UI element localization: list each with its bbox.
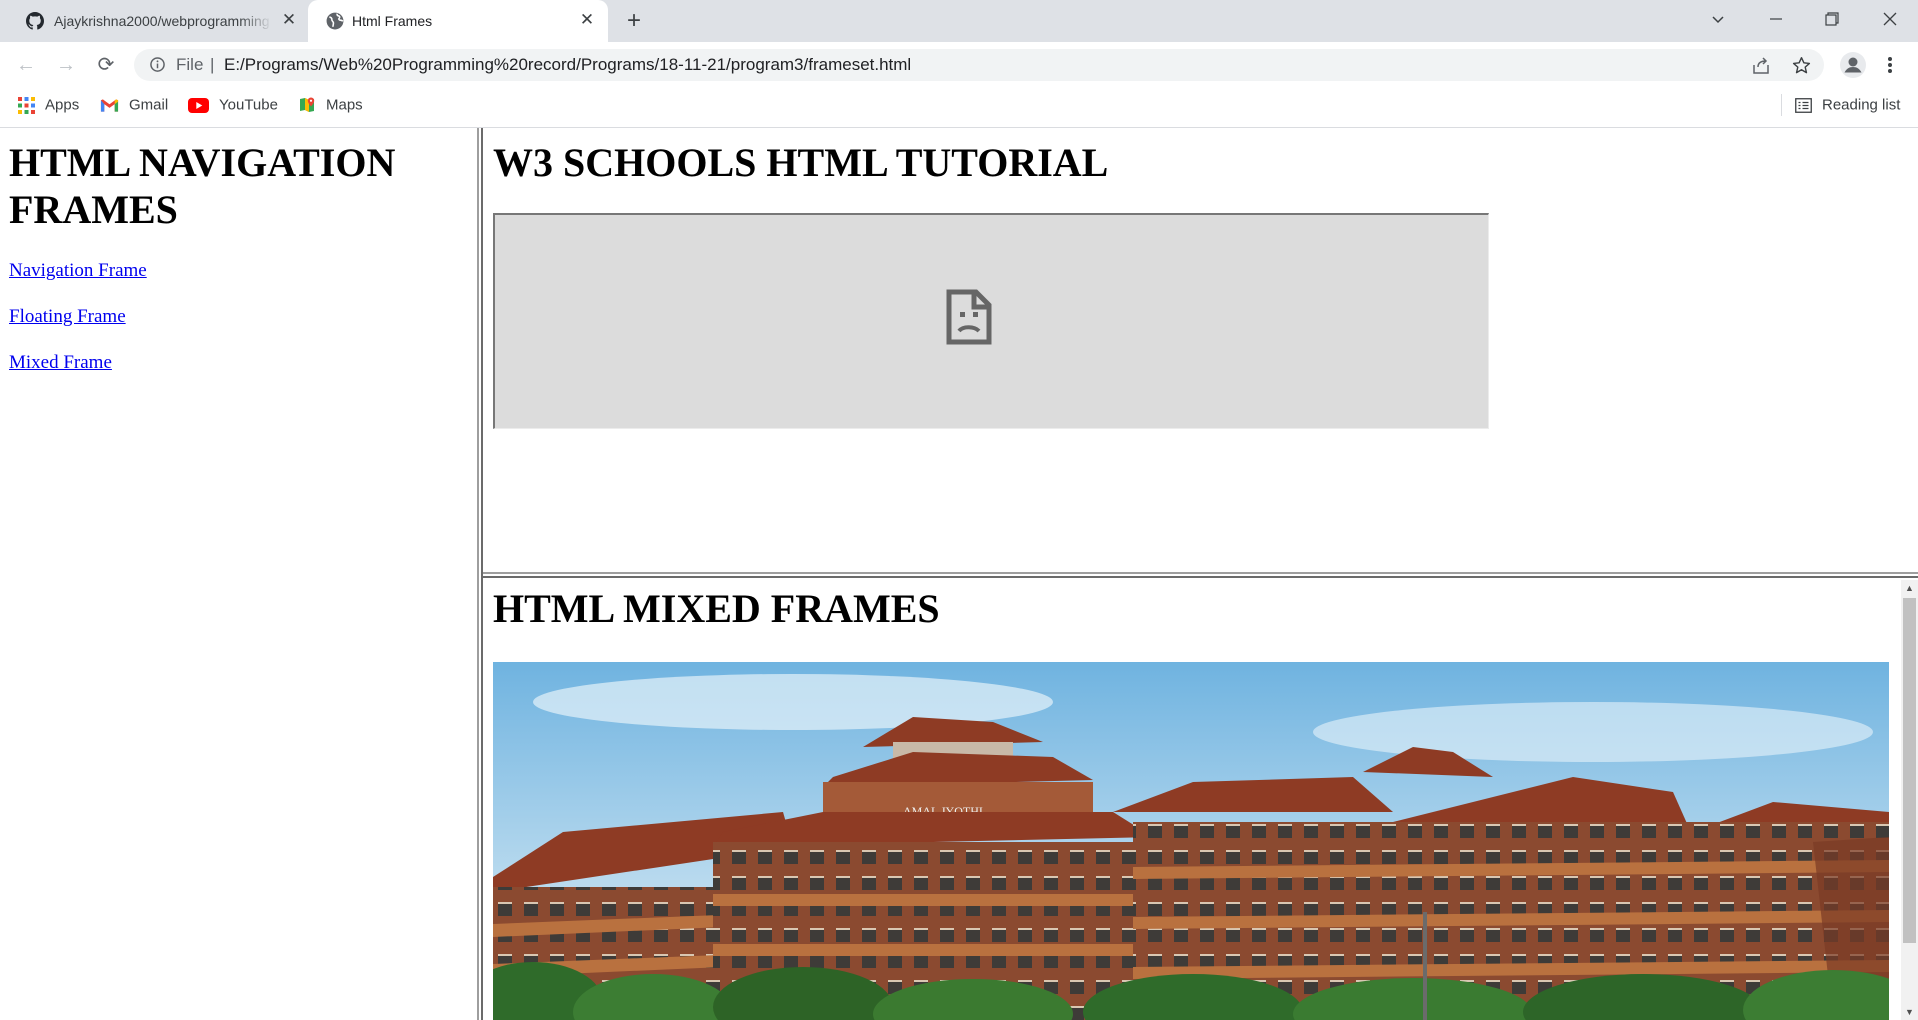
- bookmark-label: Apps: [45, 96, 80, 114]
- github-icon: [26, 12, 44, 30]
- url-text[interactable]: E:/Programs/Web%20Programming%20record/P…: [224, 55, 911, 75]
- bookmarks-bar: [0, 88, 1918, 128]
- scheme-separator: |: [210, 55, 215, 74]
- minimize-button[interactable]: [1748, 0, 1804, 38]
- tab-html-frames[interactable]: Html Frames ✕: [308, 0, 608, 42]
- scroll-down-arrow-icon[interactable]: ▼: [1901, 1004, 1918, 1020]
- scroll-up-arrow-icon[interactable]: ▲: [1901, 580, 1918, 596]
- embedded-iframe: [493, 213, 1489, 429]
- bookmarks-divider: [1781, 94, 1782, 116]
- link-mixed-frame[interactable]: Mixed Frame: [9, 352, 112, 374]
- gmail-icon: [100, 98, 119, 112]
- globe-icon: [326, 12, 344, 30]
- profile-avatar-icon[interactable]: [1840, 52, 1866, 78]
- bookmark-label: Gmail: [129, 96, 169, 114]
- scheme-label: File: [176, 55, 204, 74]
- minimize-icon: [1770, 18, 1782, 20]
- back-button[interactable]: ←: [10, 49, 42, 81]
- maps-icon: [300, 97, 315, 113]
- apps-grid-icon: [18, 96, 35, 114]
- forward-button[interactable]: →: [50, 49, 82, 81]
- navigation-frame-heading: HTML NAVIGATION FRAMES: [9, 140, 396, 232]
- bookmark-gmail[interactable]: Gmail: [100, 96, 168, 116]
- floating-frame-heading: W3 SCHOOLS HTML TUTORIAL: [493, 140, 1109, 185]
- reading-list-label: Reading list: [1822, 96, 1901, 114]
- link-navigation-frame[interactable]: Navigation Frame: [9, 260, 147, 282]
- bookmark-apps[interactable]: Apps: [18, 96, 79, 116]
- tab-title: Ajaykrishna2000/webprogramming: [54, 13, 270, 29]
- mixed-frame-heading: HTML MIXED FRAMES: [493, 586, 940, 631]
- bookmark-star-icon[interactable]: [1792, 56, 1811, 75]
- share-icon[interactable]: [1752, 57, 1770, 75]
- navigation-frame: HTML NAVIGATION FRAMES Navigation Frame …: [0, 128, 477, 1020]
- chevron-down-icon: [1712, 16, 1724, 23]
- new-tab-button[interactable]: +: [620, 9, 648, 33]
- reload-button[interactable]: ⟳: [90, 49, 122, 81]
- tab-search-button[interactable]: [1690, 0, 1746, 38]
- broken-page-icon: [946, 289, 992, 345]
- reading-list-button[interactable]: Reading list: [1795, 96, 1900, 116]
- close-tab-icon[interactable]: ✕: [578, 11, 596, 29]
- bookmark-youtube[interactable]: YouTube: [188, 96, 278, 116]
- bookmark-maps[interactable]: Maps: [298, 96, 363, 116]
- scrollbar-thumb[interactable]: [1903, 598, 1916, 943]
- restore-button[interactable]: [1804, 0, 1860, 38]
- reading-list-icon: [1795, 97, 1812, 113]
- close-icon: [1883, 12, 1897, 26]
- close-tab-icon[interactable]: ✕: [280, 11, 298, 29]
- link-floating-frame[interactable]: Floating Frame: [9, 306, 126, 328]
- tab-github[interactable]: Ajaykrishna2000/webprogramming ✕: [8, 0, 306, 42]
- bookmark-label: Maps: [326, 96, 363, 114]
- college-building-photo: AMAL JYOTHI: [493, 662, 1889, 1020]
- college-building-image: AMAL JYOTHI: [493, 662, 1889, 1020]
- menu-kebab-icon[interactable]: [1886, 55, 1894, 75]
- youtube-icon: [188, 97, 209, 113]
- bookmark-label: YouTube: [219, 96, 278, 114]
- restore-icon: [1825, 12, 1839, 26]
- info-icon[interactable]: [150, 57, 165, 72]
- close-window-button[interactable]: [1862, 0, 1918, 38]
- tab-title: Html Frames: [352, 13, 433, 29]
